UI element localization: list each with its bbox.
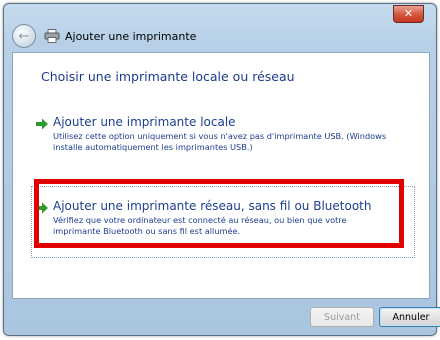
content-panel: Choisir une imprimante locale ou réseau … [12,52,430,299]
page-heading: Choisir une imprimante locale ou réseau [41,69,295,84]
option-local-title: Ajouter une imprimante locale [53,115,236,129]
option-local-description: Utilisez cette option uniquement si vous… [53,131,387,152]
back-button[interactable]: ← [12,24,36,48]
dialog-window: ✕ ← Ajouter une imprimante Choisir une i… [3,3,440,337]
cancel-button[interactable]: Annuler [379,307,440,327]
back-arrow-icon: ← [18,28,30,44]
title-bar: ← Ajouter une imprimante [12,22,428,50]
printer-icon [44,29,60,43]
highlight-annotation [34,179,404,248]
next-button[interactable]: Suivant [310,307,374,327]
button-bar: Suivant Annuler [12,299,440,337]
option-local-printer[interactable]: Ajouter une imprimante locale Utilisez c… [35,115,415,155]
green-arrow-icon [36,118,48,130]
close-button[interactable]: ✕ [393,5,424,23]
dialog-title: Ajouter une imprimante [65,29,197,43]
